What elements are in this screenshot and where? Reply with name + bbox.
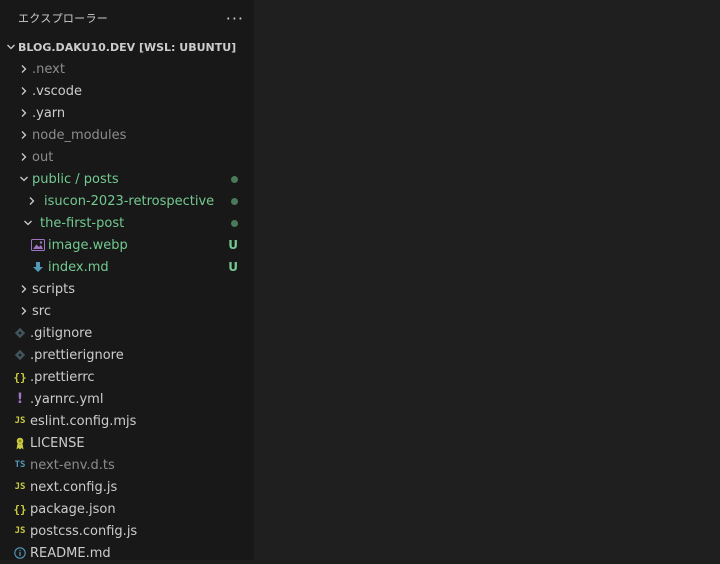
tree-item-label: .yarnrc.yml	[30, 391, 104, 407]
tree-file-prettierrc[interactable]: {} .prettierrc	[0, 366, 254, 388]
tree-folder-vscode[interactable]: .vscode	[0, 80, 254, 102]
javascript-file-icon: JS	[14, 526, 26, 536]
json-file-icon: {}	[13, 502, 27, 516]
modified-dot	[231, 168, 238, 190]
tree-folder-the-first-post[interactable]: the-first-post	[0, 212, 254, 234]
tree-item-label: src	[32, 303, 51, 319]
typescript-file-icon: TS	[14, 460, 26, 470]
explorer-header: エクスプローラー ···	[0, 0, 254, 36]
tree-file-yarnrc-yml[interactable]: ! .yarnrc.yml	[0, 388, 254, 410]
markdown-file-icon	[30, 256, 46, 278]
chevron-down-icon	[16, 168, 32, 190]
modified-dot	[231, 212, 238, 234]
chevron-right-icon	[16, 146, 32, 168]
untracked-badge: U	[228, 238, 238, 252]
tree-item-label: .yarn	[32, 105, 66, 121]
tree-item-label: index.md	[48, 259, 109, 275]
tree-item-label: .next	[32, 61, 65, 77]
modified-dot	[231, 190, 238, 212]
tree-item-label: node_modules	[32, 127, 127, 143]
tree-file-next-config-js[interactable]: JS next.config.js	[0, 476, 254, 498]
tree-file-index-md[interactable]: index.md U	[0, 256, 254, 278]
tree-file-package-json[interactable]: {} package.json	[0, 498, 254, 520]
tree-folder-scripts[interactable]: scripts	[0, 278, 254, 300]
image-file-icon	[30, 234, 46, 256]
info-icon	[12, 542, 28, 564]
tree-item-label: next-env.d.ts	[30, 457, 115, 473]
tree-item-label: .vscode	[32, 83, 82, 99]
license-ribbon-icon	[12, 432, 28, 454]
tree-folder-src[interactable]: src	[0, 300, 254, 322]
tree-folder-isucon-2023-retrospective[interactable]: isucon-2023-retrospective	[0, 190, 254, 212]
javascript-file-icon: JS	[14, 416, 26, 426]
chevron-right-icon	[24, 190, 40, 212]
tree-item-label: scripts	[32, 281, 75, 297]
editor-area	[254, 0, 720, 560]
untracked-badge: U	[228, 260, 238, 274]
chevron-right-icon	[16, 124, 32, 146]
tree-item-label: README.md	[30, 545, 111, 561]
chevron-right-icon	[16, 102, 32, 124]
git-file-icon	[12, 344, 28, 366]
chevron-down-icon	[20, 212, 36, 234]
tree-item-label: public / posts	[32, 171, 119, 187]
tree-item-label: .gitignore	[30, 325, 93, 341]
tree-file-gitignore[interactable]: .gitignore	[0, 322, 254, 344]
tree-file-prettierignore[interactable]: .prettierignore	[0, 344, 254, 366]
tree-item-label: LICENSE	[30, 435, 85, 451]
tree-item-label: package.json	[30, 501, 116, 517]
yaml-file-icon: !	[16, 391, 24, 407]
git-file-icon	[12, 322, 28, 344]
tree-folder-out[interactable]: out	[0, 146, 254, 168]
tree-folder-next[interactable]: .next	[0, 58, 254, 80]
tree-file-license[interactable]: LICENSE	[0, 432, 254, 454]
workspace-title: BLOG.DAKU10.DEV [WSL: UBUNTU]	[18, 40, 237, 54]
explorer-sidebar: エクスプローラー ··· BLOG.DAKU10.DEV [WSL: UBUNT…	[0, 0, 254, 561]
tree-item-label: isucon-2023-retrospective	[44, 193, 215, 209]
tree-item-label: .prettierignore	[30, 347, 124, 363]
javascript-file-icon: JS	[14, 482, 26, 492]
tree-item-label: the-first-post	[40, 215, 125, 231]
tree-file-image-webp[interactable]: image.webp U	[0, 234, 254, 256]
tree-folder-node-modules[interactable]: node_modules	[0, 124, 254, 146]
tree-item-label: postcss.config.js	[30, 523, 138, 539]
tree-item-label: eslint.config.mjs	[30, 413, 137, 429]
chevron-down-icon	[4, 42, 18, 52]
json-file-icon: {}	[13, 370, 27, 384]
workspace-section-header[interactable]: BLOG.DAKU10.DEV [WSL: UBUNTU]	[0, 36, 254, 58]
tree-item-label: out	[32, 149, 54, 165]
tree-item-label: next.config.js	[30, 479, 118, 495]
tree-file-postcss-config-js[interactable]: JS postcss.config.js	[0, 520, 254, 542]
chevron-right-icon	[16, 58, 32, 80]
more-actions-button[interactable]: ···	[226, 9, 244, 28]
tree-file-readme-md[interactable]: README.md	[0, 542, 254, 564]
explorer-title: エクスプローラー	[18, 12, 109, 25]
chevron-right-icon	[16, 300, 32, 322]
tree-folder-yarn[interactable]: .yarn	[0, 102, 254, 124]
tree-folder-public-posts[interactable]: public / posts	[0, 168, 254, 190]
tree-item-label: .prettierrc	[30, 369, 95, 385]
tree-file-eslint-config-mjs[interactable]: JS eslint.config.mjs	[0, 410, 254, 432]
tree-item-label: image.webp	[48, 237, 128, 253]
tree-file-next-env-d-ts[interactable]: TS next-env.d.ts	[0, 454, 254, 476]
chevron-right-icon	[16, 278, 32, 300]
chevron-right-icon	[16, 80, 32, 102]
